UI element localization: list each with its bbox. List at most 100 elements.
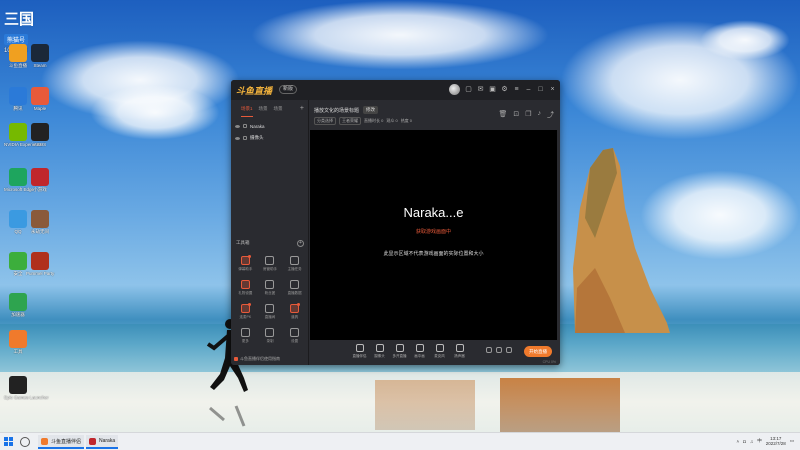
bottom-tool-label: 画中画 xyxy=(414,354,425,358)
bottom-tool[interactable]: 麦克风 xyxy=(432,344,447,359)
version-badge[interactable]: 新版 xyxy=(279,85,298,94)
notice-icon xyxy=(234,357,238,361)
mail-icon[interactable]: ✉ xyxy=(477,86,484,93)
gift-icon[interactable]: ▣ xyxy=(489,86,496,93)
taskbar: 斗鱼直播伴侣 Naraka ˄ ◘ ♫ 中 13:17 2022/7/28 ▭ xyxy=(0,432,800,450)
desktop-icon-label: Steam xyxy=(33,63,47,68)
tool-label: 直播数据 xyxy=(287,291,302,295)
lock-icon[interactable] xyxy=(243,124,247,128)
scene-item-camera[interactable]: 摄像头 xyxy=(231,132,308,144)
message-icon[interactable]: ▢ xyxy=(465,86,472,93)
close-icon[interactable]: × xyxy=(549,86,556,93)
maximize-icon[interactable]: □ xyxy=(537,86,544,93)
edit-room-button[interactable]: 修改 xyxy=(363,106,379,114)
bottom-tool[interactable]: 摄像头 xyxy=(372,344,387,359)
desktop-icon-label: 小游戏 xyxy=(33,187,47,192)
tool-item[interactable]: 更多 xyxy=(233,328,258,344)
avatar[interactable] xyxy=(449,84,460,95)
preview-hint: 此显示区域不代表游戏画面的实际位置和大小 xyxy=(383,251,484,257)
tool-item[interactable]: 粉丝团 xyxy=(258,280,283,296)
tab-scene-3[interactable]: 场景 xyxy=(274,106,283,114)
bottom-tool[interactable]: 直播伴侣 xyxy=(352,344,367,359)
tool-label: 设置 xyxy=(291,339,299,343)
settings-icon[interactable]: ⚙ xyxy=(501,86,508,93)
bottom-tool[interactable]: 扬声器 xyxy=(452,344,467,359)
app-icon-2[interactable]: Steam xyxy=(26,44,54,68)
clock[interactable]: 13:17 2022/7/28 xyxy=(766,436,786,446)
taskbar-app-douyu[interactable]: 斗鱼直播伴侣 xyxy=(38,435,85,449)
app-icon-4[interactable]: Maple xyxy=(26,87,54,111)
add-tool-icon[interactable]: + xyxy=(297,240,304,247)
app-icon-10[interactable]: 永劫无间 xyxy=(26,210,54,234)
task-label: Naraka xyxy=(99,438,116,444)
add-scene-icon[interactable]: + xyxy=(300,105,304,112)
trash-icon[interactable]: 🗑 xyxy=(498,110,507,120)
tool-icon xyxy=(265,328,275,337)
bottom-tool[interactable]: 画中画 xyxy=(412,344,427,359)
preview-canvas[interactable]: Naraka...e 获取游戏画面中 此显示区域不代表游戏画面的实际位置和大小 xyxy=(310,130,557,340)
tool-item[interactable]: 录制 xyxy=(258,328,283,344)
app-icon-8[interactable]: 小游戏 xyxy=(26,168,54,192)
notification-icon[interactable]: ▭ xyxy=(790,438,794,444)
tool-item[interactable]: 主播任务 xyxy=(282,256,307,272)
app-icon-15[interactable]: Epic Games Launcher xyxy=(4,376,49,400)
tool-item[interactable]: 连麦PK xyxy=(233,303,258,320)
game-tag[interactable]: 王者荣耀 xyxy=(339,117,361,125)
eye-icon[interactable] xyxy=(235,124,240,128)
app-icon-6-icon xyxy=(31,123,49,141)
taskbar-app-naraka[interactable]: Naraka xyxy=(86,435,119,449)
desktop-icon-label: Epic Games Launcher xyxy=(4,395,49,400)
share-icon[interactable]: ⤴ xyxy=(547,110,554,120)
minimize-icon[interactable]: – xyxy=(525,86,532,93)
chevron-up-icon[interactable]: ˄ xyxy=(736,439,739,444)
tab-scene-2[interactable]: 场景 xyxy=(259,106,268,114)
search-icon[interactable] xyxy=(20,437,30,447)
bottom-tool-label: 扬声器 xyxy=(454,354,465,358)
app-icon-6[interactable]: ASUS xyxy=(26,123,54,147)
tool-label: 礼物设置 xyxy=(238,291,253,295)
category-tag[interactable]: 分类选择 xyxy=(314,117,336,125)
bottom-tool-label: 直播伴侣 xyxy=(352,354,367,358)
app-window: 斗鱼直播 新版 ▢ ✉ ▣ ⚙ ≡ – □ × 场景1 场景 场景 + Nara… xyxy=(231,80,560,365)
volume-icon[interactable]: ♫ xyxy=(750,439,753,444)
bottom-tool[interactable]: 多开直播 xyxy=(392,344,407,359)
copy-icon[interactable]: ❐ xyxy=(525,110,531,120)
app-icon-11-icon xyxy=(9,252,27,270)
main-area: 播放文化的场景标题 修改 分类选择 王者荣耀 直播时长 0 观众 0 热度 0 … xyxy=(310,100,560,365)
tab-scene-1[interactable]: 场景1 xyxy=(241,106,253,117)
app-icon-9-icon xyxy=(9,210,27,228)
eye-icon[interactable] xyxy=(235,136,240,140)
lock-icon[interactable] xyxy=(243,136,247,140)
tool-icon xyxy=(290,328,300,337)
live-duration: 直播时长 0 xyxy=(364,118,384,123)
tool-icon xyxy=(290,280,300,289)
scene-item-naraka[interactable]: Naraka xyxy=(231,120,308,132)
record-icon[interactable] xyxy=(486,347,492,353)
lock-icon[interactable]: ⊡ xyxy=(513,110,519,120)
tool-item[interactable]: 直播数据 xyxy=(282,280,307,296)
network-icon[interactable]: ◘ xyxy=(743,439,746,444)
badge-dot xyxy=(247,255,251,258)
input-language[interactable]: 中 xyxy=(757,438,762,444)
tool-item[interactable]: 道具 xyxy=(282,303,307,320)
bottom-tool-icon xyxy=(415,344,424,352)
app-icon-12[interactable]: Pummel Party xyxy=(26,252,54,276)
tool-item[interactable]: 礼物设置 xyxy=(233,280,258,296)
settings-icon[interactable] xyxy=(506,347,512,353)
app-icon-13[interactable]: 加速器 xyxy=(4,293,32,317)
bell-icon[interactable]: ♪ xyxy=(538,110,542,120)
start-button[interactable] xyxy=(4,437,13,446)
menu-icon[interactable]: ≡ xyxy=(513,86,520,93)
tool-item[interactable]: 房管助手 xyxy=(258,256,283,272)
tool-item[interactable]: 弹幕助手 xyxy=(233,255,258,272)
notice-bar[interactable]: 斗鱼直播伴侣使用指南 xyxy=(234,356,280,362)
bottom-tool-icon xyxy=(435,344,444,352)
start-live-button[interactable]: 开始直播 xyxy=(524,346,552,357)
app-icon-14[interactable]: 工具 xyxy=(4,330,32,354)
desktop-icon-label: 永劫无间 xyxy=(31,229,49,234)
app-logo: 斗鱼直播 xyxy=(236,86,273,96)
screenshot-icon[interactable] xyxy=(496,347,502,353)
tool-item[interactable]: 设置 xyxy=(282,328,307,344)
tool-item[interactable]: 直播间 xyxy=(258,304,283,320)
desktop-icon-label: 加速器 xyxy=(11,312,25,317)
